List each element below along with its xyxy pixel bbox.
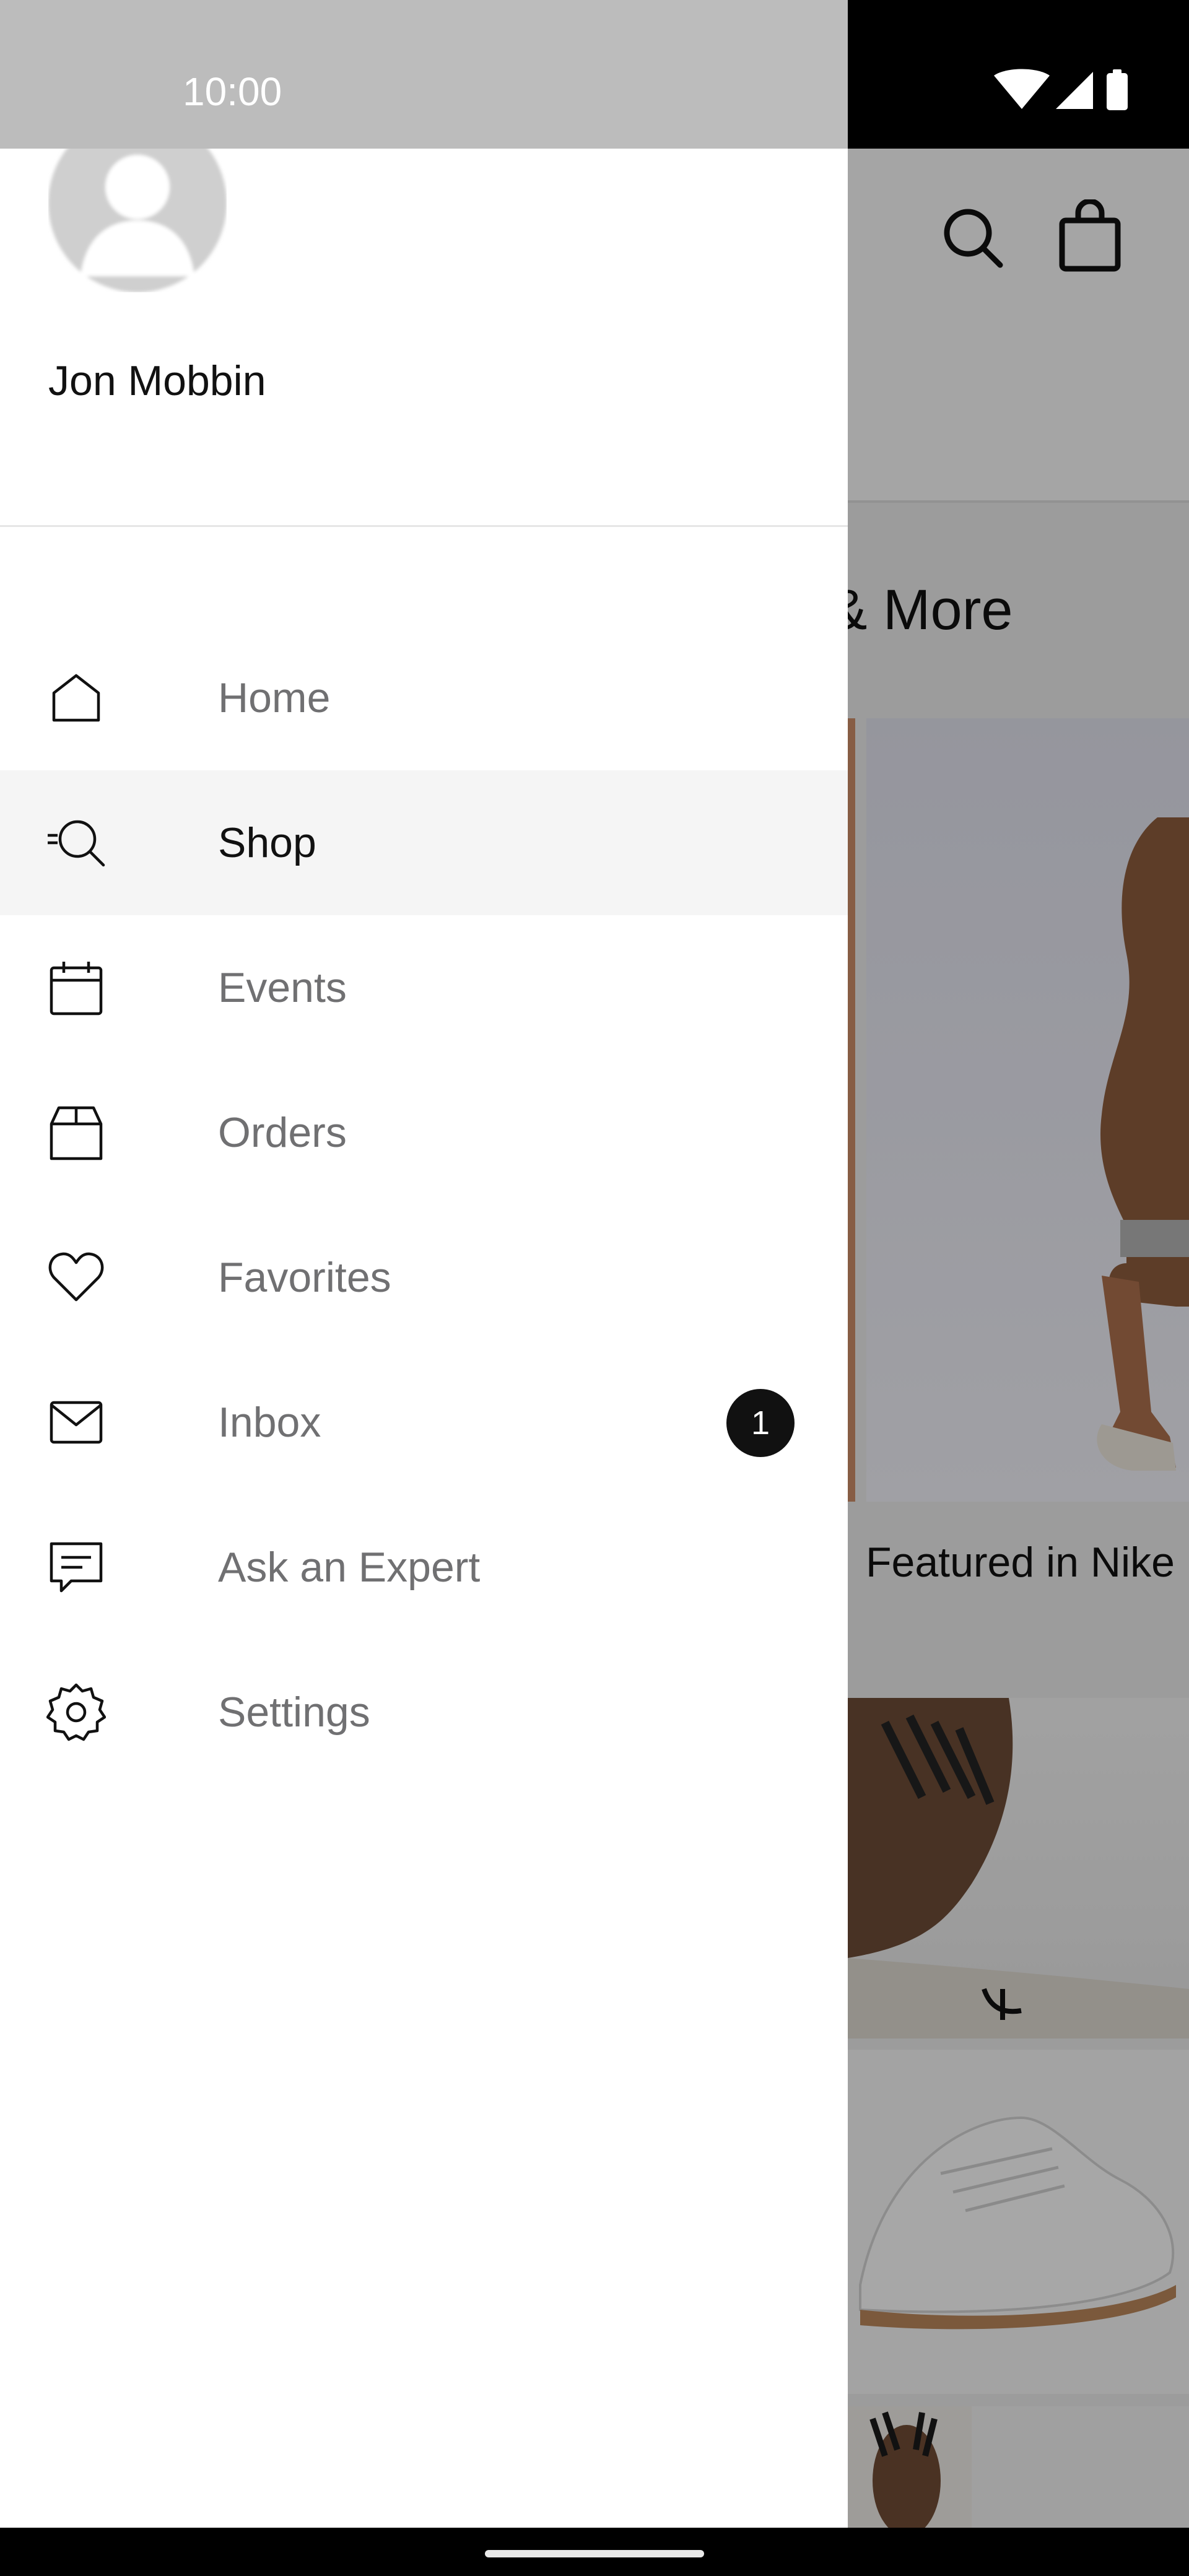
avatar[interactable]: [48, 149, 227, 292]
chat-icon: [50, 1542, 103, 1593]
nav-item-events[interactable]: Events: [0, 915, 848, 1060]
status-icons: [994, 69, 1128, 110]
nav-item-settings[interactable]: Settings: [0, 1640, 848, 1785]
home-icon: [52, 674, 100, 722]
nav-item-home[interactable]: Home: [0, 625, 848, 770]
gear-icon: [46, 1683, 106, 1741]
nav-item-label: Inbox: [218, 1399, 321, 1446]
cellular-signal-icon: [1056, 72, 1093, 109]
nav-item-label: Shop: [218, 819, 316, 866]
nav-item-ask-an-expert[interactable]: Ask an Expert: [0, 1495, 848, 1640]
shop-search-icon: [48, 820, 105, 867]
nav-item-shop[interactable]: Shop: [0, 770, 848, 915]
status-time: 10:00: [183, 69, 282, 114]
nav-item-label: Events: [218, 964, 347, 1011]
nav-item-inbox[interactable]: Inbox 1: [0, 1350, 848, 1495]
nav-item-label: Home: [218, 674, 331, 721]
battery-icon: [1107, 69, 1128, 110]
profile-name[interactable]: Jon Mobbin: [48, 353, 266, 409]
nav-item-orders[interactable]: Orders: [0, 1060, 848, 1205]
profile-divider: [0, 525, 848, 527]
heart-icon: [48, 1252, 104, 1302]
navigation-drawer: Jon Mobbin Home Shop Events Orders Favor…: [0, 149, 848, 2528]
box-icon: [50, 1106, 103, 1160]
mail-icon: [50, 1401, 103, 1444]
default-avatar-icon: [48, 149, 227, 292]
inbox-unread-badge: 1: [726, 1389, 795, 1457]
system-navigation-bar: [0, 2528, 1189, 2576]
nav-item-label: Favorites: [218, 1254, 391, 1301]
status-bar: 10:00: [0, 0, 848, 149]
calendar-icon: [50, 962, 103, 1016]
app-screen: & More Featured in Nike: [0, 0, 1189, 2576]
wifi-icon: [994, 69, 1050, 109]
gesture-handle[interactable]: [485, 2550, 704, 2557]
nav-item-label: Ask an Expert: [218, 1544, 481, 1591]
nav-item-favorites[interactable]: Favorites: [0, 1205, 848, 1350]
nav-item-label: Settings: [218, 1689, 370, 1736]
nav-item-label: Orders: [218, 1109, 347, 1156]
